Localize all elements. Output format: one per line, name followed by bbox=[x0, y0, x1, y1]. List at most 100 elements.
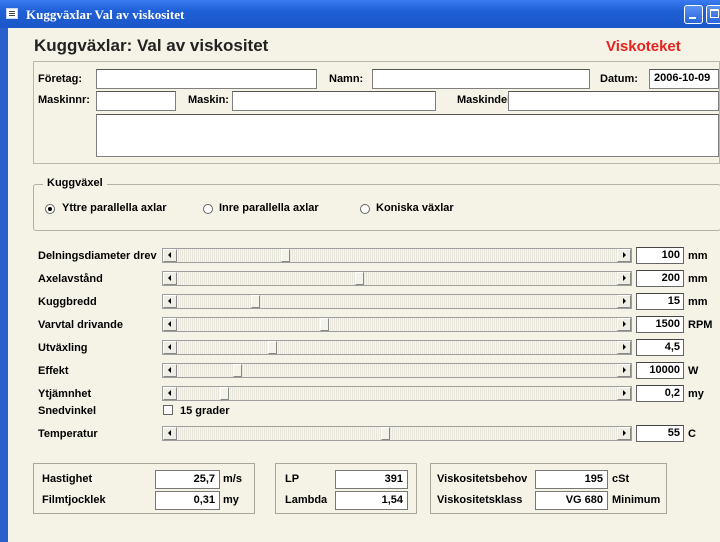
maskinnr-label: Maskinnr: bbox=[38, 94, 90, 106]
snedvinkel-checkbox-label: 15 grader bbox=[180, 405, 230, 417]
param-slider[interactable] bbox=[162, 248, 632, 263]
scroll-left-icon[interactable] bbox=[163, 249, 177, 262]
viskbehov-label: Viskositetsbehov bbox=[437, 473, 528, 485]
filmtjocklek-value: 0,31 bbox=[155, 491, 220, 510]
scroll-right-icon[interactable] bbox=[617, 318, 631, 331]
param-value[interactable]: 4,5 bbox=[636, 339, 684, 356]
param-label: Effekt bbox=[38, 365, 69, 377]
param-slider[interactable] bbox=[162, 386, 632, 401]
filmtjocklek-unit: my bbox=[223, 494, 239, 506]
radio-yttre-label: Yttre parallella axlar bbox=[62, 202, 167, 214]
kuggvaxel-legend: Kuggväxel bbox=[43, 177, 107, 189]
scroll-right-icon[interactable] bbox=[617, 295, 631, 308]
param-label: Utväxling bbox=[38, 342, 88, 354]
param-slider-thumb[interactable] bbox=[281, 249, 290, 262]
filmtjocklek-label: Filmtjocklek bbox=[42, 494, 106, 506]
scroll-right-icon[interactable] bbox=[617, 387, 631, 400]
viskbehov-unit: cSt bbox=[612, 473, 630, 485]
param-unit: mm bbox=[688, 250, 708, 262]
param-slider[interactable] bbox=[162, 340, 632, 355]
param-value[interactable]: 1500 bbox=[636, 316, 684, 333]
param-slider-thumb[interactable] bbox=[251, 295, 260, 308]
radio-koniska[interactable] bbox=[360, 204, 370, 214]
scroll-left-icon[interactable] bbox=[163, 272, 177, 285]
maximize-button[interactable] bbox=[706, 5, 720, 24]
radio-inre[interactable] bbox=[203, 204, 213, 214]
param-label: Kuggbredd bbox=[38, 296, 97, 308]
temperatur-unit: C bbox=[688, 428, 696, 440]
param-slider[interactable] bbox=[162, 271, 632, 286]
scroll-left-icon[interactable] bbox=[163, 387, 177, 400]
param-unit: mm bbox=[688, 273, 708, 285]
hastighet-value: 25,7 bbox=[155, 470, 220, 489]
scroll-right-icon[interactable] bbox=[617, 427, 631, 440]
param-unit: my bbox=[688, 388, 704, 400]
title-bar: Kuggväxlar Val av viskositet bbox=[0, 0, 720, 28]
param-value[interactable]: 15 bbox=[636, 293, 684, 310]
param-value[interactable]: 200 bbox=[636, 270, 684, 287]
param-slider-thumb[interactable] bbox=[220, 387, 229, 400]
scroll-left-icon[interactable] bbox=[163, 427, 177, 440]
namn-label: Namn: bbox=[329, 73, 364, 85]
temperatur-value[interactable]: 55 bbox=[636, 425, 684, 442]
snedvinkel-checkbox[interactable] bbox=[163, 405, 173, 415]
form-icon bbox=[6, 8, 18, 19]
param-unit: W bbox=[688, 365, 699, 377]
scroll-right-icon[interactable] bbox=[617, 272, 631, 285]
viskklass-unit: Minimum bbox=[612, 494, 661, 506]
scroll-right-icon[interactable] bbox=[617, 341, 631, 354]
maskin-field[interactable] bbox=[232, 91, 436, 111]
param-slider-thumb[interactable] bbox=[233, 364, 242, 377]
param-slider-thumb[interactable] bbox=[355, 272, 364, 285]
param-value[interactable]: 0,2 bbox=[636, 385, 684, 402]
scroll-right-icon[interactable] bbox=[617, 249, 631, 262]
viskklass-label: Viskositetsklass bbox=[437, 494, 523, 506]
maskindel-label: Maskindel: bbox=[457, 94, 514, 106]
maskindel-field[interactable] bbox=[508, 91, 719, 111]
param-label: Delningsdiameter drev bbox=[38, 250, 157, 262]
hastighet-panel bbox=[33, 463, 255, 514]
page-title: Kuggväxlar: Val av viskositet bbox=[34, 36, 269, 55]
param-unit: RPM bbox=[688, 319, 713, 331]
param-slider[interactable] bbox=[162, 363, 632, 378]
foretag-field[interactable] bbox=[96, 69, 317, 89]
scroll-left-icon[interactable] bbox=[163, 341, 177, 354]
window-border bbox=[0, 28, 8, 542]
param-label: Ytjämnhet bbox=[38, 388, 92, 400]
param-label: Axelavstånd bbox=[38, 273, 103, 285]
minimize-button[interactable] bbox=[684, 5, 703, 24]
param-unit: mm bbox=[688, 296, 708, 308]
hastighet-label: Hastighet bbox=[42, 473, 93, 485]
datum-label: Datum: bbox=[600, 73, 638, 85]
datum-field[interactable]: 2006-10-09 bbox=[649, 69, 719, 89]
radio-yttre[interactable] bbox=[45, 204, 55, 214]
lambda-label: Lambda bbox=[285, 494, 328, 506]
maskinnr-field[interactable] bbox=[96, 91, 176, 111]
scroll-left-icon[interactable] bbox=[163, 364, 177, 377]
param-value[interactable]: 10000 bbox=[636, 362, 684, 379]
param-slider[interactable] bbox=[162, 317, 632, 332]
param-slider-thumb[interactable] bbox=[320, 318, 329, 331]
namn-field[interactable] bbox=[372, 69, 590, 89]
radio-koniska-label: Koniska växlar bbox=[376, 202, 454, 214]
param-value[interactable]: 100 bbox=[636, 247, 684, 264]
lp-label: LP bbox=[285, 473, 300, 485]
window-title: Kuggväxlar Val av viskositet bbox=[26, 7, 185, 22]
param-slider-thumb[interactable] bbox=[268, 341, 277, 354]
radio-inre-label: Inre parallella axlar bbox=[219, 202, 319, 214]
temperatur-label: Temperatur bbox=[38, 428, 98, 440]
lp-value: 391 bbox=[335, 470, 408, 489]
param-slider[interactable] bbox=[162, 294, 632, 309]
temperatur-slider-thumb[interactable] bbox=[381, 427, 390, 440]
scroll-left-icon[interactable] bbox=[163, 318, 177, 331]
maskin-label: Maskin: bbox=[188, 94, 229, 106]
viskbehov-value: 195 bbox=[535, 470, 608, 489]
snedvinkel-label: Snedvinkel bbox=[38, 405, 97, 417]
scroll-left-icon[interactable] bbox=[163, 295, 177, 308]
lambda-value: 1,54 bbox=[335, 491, 408, 510]
brand-label: Viskoteket bbox=[606, 38, 681, 55]
hastighet-unit: m/s bbox=[223, 473, 242, 485]
scroll-right-icon[interactable] bbox=[617, 364, 631, 377]
temperatur-slider[interactable] bbox=[162, 426, 632, 441]
notes-field[interactable] bbox=[96, 114, 719, 157]
